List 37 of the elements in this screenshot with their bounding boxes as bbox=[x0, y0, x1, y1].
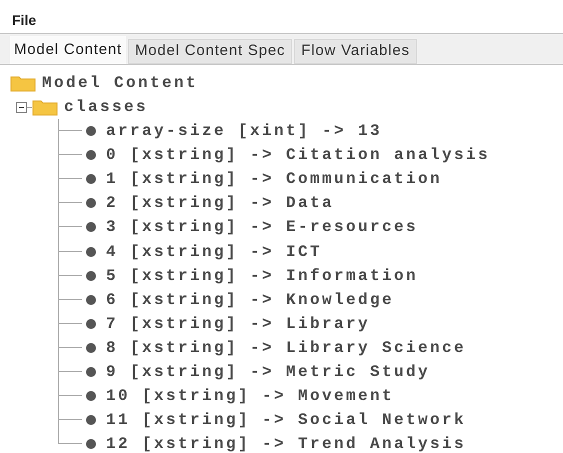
bullet-icon bbox=[86, 150, 96, 160]
folder-icon bbox=[32, 98, 58, 116]
tree-leaf-label[interactable]: 9 [xstring] -> Metric Study bbox=[106, 360, 430, 384]
tab[interactable]: Flow Variables bbox=[294, 39, 417, 64]
bullet-icon bbox=[86, 174, 96, 184]
tree-leaf-label[interactable]: 1 [xstring] -> Communication bbox=[106, 167, 442, 192]
bullet-icon bbox=[86, 415, 96, 426]
bullet-icon bbox=[86, 318, 96, 329]
tree-node-label[interactable]: Model Content bbox=[42, 71, 198, 95]
tree-leaf-label[interactable]: 0 [xstring] -> Citation analysis bbox=[106, 143, 490, 168]
bullet-icon bbox=[86, 391, 96, 402]
tree-leaf-label[interactable]: array-size [xint] -> 13 bbox=[106, 119, 382, 144]
tree-leaf-label[interactable]: 12 [xstring] -> Trend Analysis bbox=[106, 432, 466, 453]
tree-leaf-label[interactable]: 10 [xstring] -> Movement bbox=[106, 384, 394, 408]
tree-leaf-label[interactable]: 2 [xstring] -> Data bbox=[106, 191, 334, 216]
tree-node-label[interactable]: classes bbox=[64, 95, 148, 119]
menu-item[interactable]: File bbox=[12, 10, 36, 31]
bullet-icon bbox=[86, 198, 96, 208]
tree-leaf-label[interactable]: 8 [xstring] -> Library Science bbox=[106, 336, 466, 360]
tree-leaf-label[interactable]: 3 [xstring] -> E-resources bbox=[106, 215, 418, 240]
tree-leaf-label[interactable]: 11 [xstring] -> Social Network bbox=[106, 408, 466, 432]
bullet-icon bbox=[86, 439, 96, 450]
tree-leaf-label[interactable]: 6 [xstring] -> Knowledge bbox=[106, 288, 394, 312]
bullet-icon bbox=[86, 270, 96, 281]
tab[interactable]: Model Content Spec bbox=[128, 39, 292, 64]
bullet-icon bbox=[86, 126, 96, 136]
bullet-icon bbox=[86, 342, 96, 353]
folder-icon bbox=[10, 74, 36, 92]
bullet-icon bbox=[86, 366, 96, 377]
bullet-icon bbox=[86, 246, 96, 257]
tree-leaf-label[interactable]: 7 [xstring] -> Library bbox=[106, 312, 370, 336]
collapse-icon[interactable] bbox=[16, 102, 27, 112]
bullet-icon bbox=[86, 294, 96, 305]
tree-leaf-label[interactable]: 5 [xstring] -> Information bbox=[106, 264, 418, 288]
bullet-icon bbox=[86, 222, 96, 232]
tab[interactable]: Model Content bbox=[10, 36, 126, 64]
tree-leaf-label[interactable]: 4 [xstring] -> ICT bbox=[106, 240, 322, 264]
